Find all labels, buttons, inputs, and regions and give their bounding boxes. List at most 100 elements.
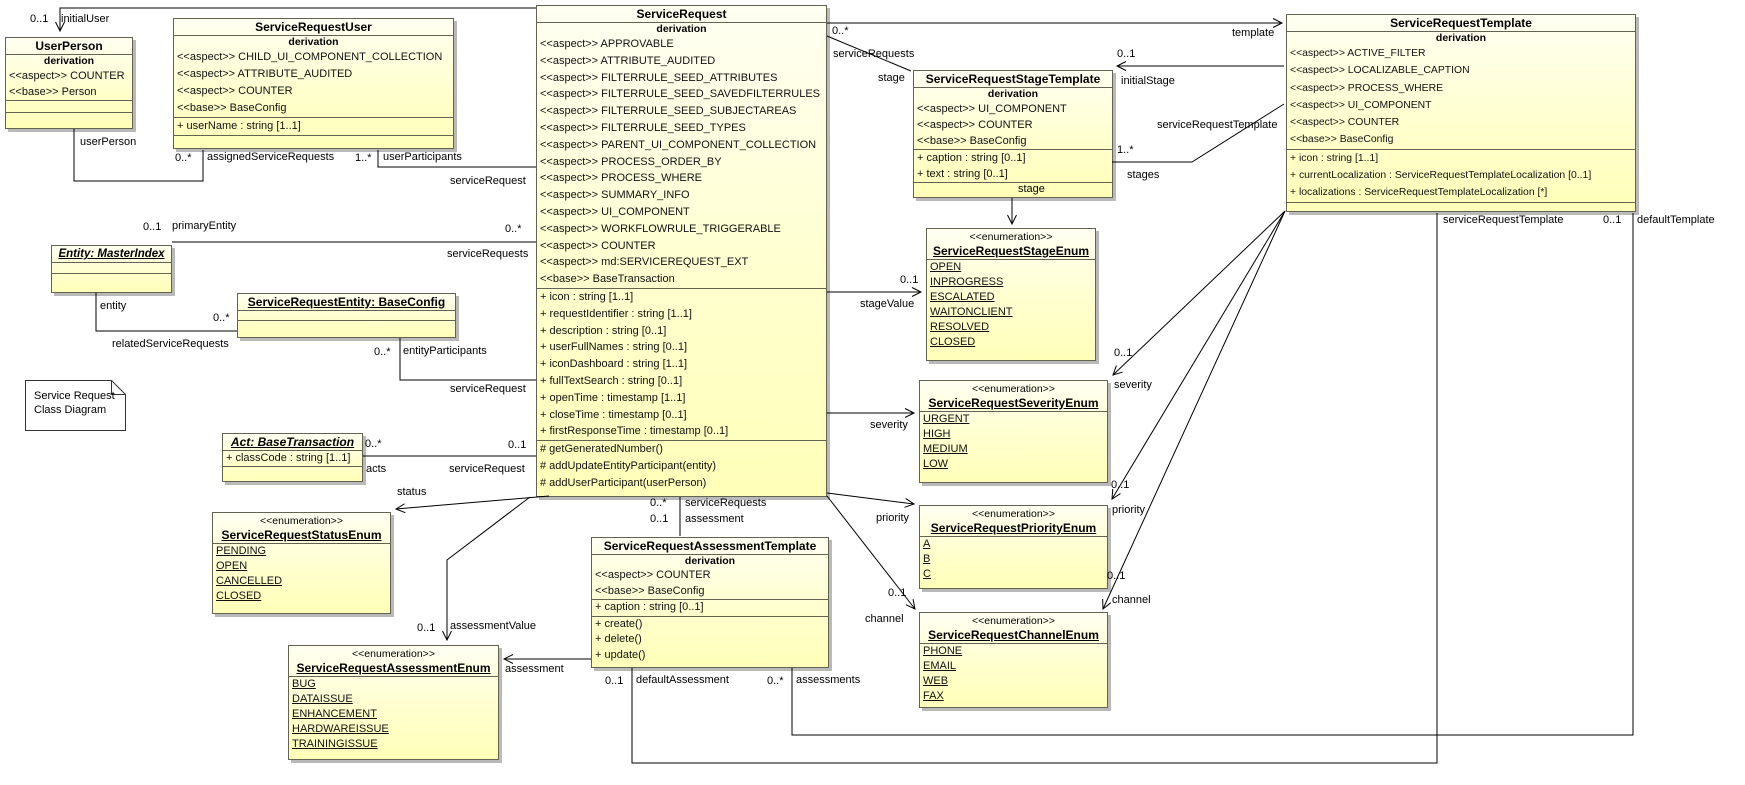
enum-title: ServiceRequestAssessmentEnum bbox=[289, 661, 498, 676]
edge-label: 0..* bbox=[650, 497, 667, 510]
class-servicerequest[interactable]: ServiceRequest derivation <<aspect>> APP… bbox=[536, 5, 827, 497]
class-title: ServiceRequestStageTemplate bbox=[914, 71, 1112, 87]
attribute-row: + iconDashboard : string [1..1] bbox=[537, 356, 826, 373]
attribute-row: + icon : string [1..1] bbox=[1287, 150, 1635, 167]
stereotype-row: <<aspect>> COUNTER bbox=[537, 238, 826, 255]
attribute-row: + userFullNames : string [0..1] bbox=[537, 339, 826, 356]
assoc-priority-sr[interactable] bbox=[827, 493, 914, 504]
enum-value: ESCALATED bbox=[927, 290, 1095, 305]
operations-compartment: # getGeneratedNumber()# addUpdateEntityP… bbox=[537, 440, 826, 496]
stereotype-row: <<aspect>> LOCALIZABLE_CAPTION bbox=[1287, 62, 1635, 79]
stereotype-row: <<aspect>> COUNTER bbox=[6, 68, 132, 84]
class-servicerequestassessmenttemplate[interactable]: ServiceRequestAssessmentTemplate derivat… bbox=[591, 537, 829, 668]
diagram-note[interactable]: Service RequestClass Diagram bbox=[25, 380, 126, 431]
edge-label: channel bbox=[1112, 594, 1151, 607]
stereotype-compartment: derivation <<aspect>> COUNTER<<base>> Pe… bbox=[6, 54, 132, 100]
assoc-stages-servicerequesttemplate[interactable] bbox=[1112, 104, 1284, 162]
edge-label: 0..1 bbox=[30, 13, 48, 26]
enum-servicerequestassessmentenum[interactable]: <<enumeration>> ServiceRequestAssessment… bbox=[288, 645, 499, 760]
enum-value: OPEN bbox=[213, 559, 390, 574]
edge-label: stage bbox=[1018, 183, 1045, 196]
enum-servicerequestseverityenum[interactable]: <<enumeration>> ServiceRequestSeverityEn… bbox=[919, 380, 1108, 483]
edge-label: 0..* bbox=[213, 312, 230, 325]
enum-value: C bbox=[920, 567, 1107, 582]
enumeration-stereotype: <<enumeration>> bbox=[920, 613, 1107, 628]
class-title: ServiceRequestAssessmentTemplate bbox=[592, 538, 828, 554]
class-entity-masterindex[interactable]: Entity: MasterIndex bbox=[51, 245, 172, 293]
operations-compartment bbox=[6, 112, 132, 128]
edge-label: 0..* bbox=[767, 675, 784, 688]
stereotype-row: <<aspect>> PROCESS_ORDER_BY bbox=[537, 154, 826, 171]
edge-label: 0..1 bbox=[1107, 570, 1125, 583]
assoc-template-channel[interactable] bbox=[1103, 211, 1285, 609]
assoc-template-severity[interactable] bbox=[1113, 211, 1285, 375]
stereotype-row: <<aspect>> COUNTER bbox=[592, 568, 828, 584]
enum-value: CLOSED bbox=[213, 589, 390, 604]
stereotype-row: <<aspect>> WORKFLOWRULE_TRIGGERABLE bbox=[537, 221, 826, 238]
class-act-basetransaction[interactable]: Act: BaseTransaction + classCode : strin… bbox=[222, 433, 363, 482]
enum-title: ServiceRequestPriorityEnum bbox=[920, 521, 1107, 536]
stereotype-row: <<base>> BaseConfig bbox=[592, 584, 828, 600]
edge-label: initialUser bbox=[61, 13, 109, 26]
stereotype-derivation: derivation bbox=[6, 55, 132, 68]
edge-label: serviceRequest bbox=[450, 175, 526, 188]
enum-servicerequestpriorityenum[interactable]: <<enumeration>> ServiceRequestPriorityEn… bbox=[919, 505, 1108, 589]
attribute-row: + requestIdentifier : string [1..1] bbox=[537, 306, 826, 323]
enumeration-stereotype: <<enumeration>> bbox=[289, 646, 498, 661]
attributes-compartment: + classCode : string [1..1] bbox=[223, 450, 362, 466]
edge-label: priority bbox=[876, 512, 909, 525]
operation-row: # addUpdateEntityParticipant(entity) bbox=[537, 458, 826, 475]
enum-value: EMAIL bbox=[920, 659, 1107, 674]
class-servicerequestentity[interactable]: ServiceRequestEntity: BaseConfig bbox=[237, 293, 456, 338]
enum-value: PHONE bbox=[920, 644, 1107, 659]
enum-servicerequestchannelenum[interactable]: <<enumeration>> ServiceRequestChannelEnu… bbox=[919, 612, 1108, 708]
class-userperson[interactable]: UserPerson derivation <<aspect>> COUNTER… bbox=[5, 37, 133, 129]
class-servicerequestuser[interactable]: ServiceRequestUser derivation <<aspect>>… bbox=[173, 18, 454, 149]
stereotype-derivation: derivation bbox=[592, 555, 828, 568]
stereotype-derivation: derivation bbox=[914, 88, 1112, 101]
enum-value: BUG bbox=[289, 677, 498, 692]
edge-label: template bbox=[1232, 27, 1274, 40]
class-servicerequesttemplate[interactable]: ServiceRequestTemplate derivation <<aspe… bbox=[1286, 14, 1636, 212]
enum-value: ENHANCEMENT bbox=[289, 707, 498, 722]
class-servicerequeststagetemplate[interactable]: ServiceRequestStageTemplate derivation <… bbox=[913, 70, 1113, 198]
edge-label: stages bbox=[1127, 169, 1159, 182]
stereotype-row: <<aspect>> UI_COMPONENT bbox=[914, 101, 1112, 117]
enum-title: ServiceRequestStatusEnum bbox=[213, 528, 390, 543]
edge-label: initialStage bbox=[1121, 75, 1175, 88]
stereotype-row: <<aspect>> ATTRIBUTE_AUDITED bbox=[174, 66, 453, 83]
edge-label: entityParticipants bbox=[403, 345, 487, 358]
enum-value: MEDIUM bbox=[920, 442, 1107, 457]
assoc-assessmentvalue[interactable] bbox=[447, 497, 530, 640]
enumeration-stereotype: <<enumeration>> bbox=[927, 229, 1095, 244]
edge-label: serviceRequest bbox=[449, 463, 525, 476]
class-title: ServiceRequest bbox=[537, 6, 826, 22]
enum-value: RESOLVED bbox=[927, 320, 1095, 335]
attributes-compartment: + icon : string [1..1]+ currentLocalizat… bbox=[1287, 149, 1635, 202]
enum-values-compartment: BUGDATAISSUEENHANCEMENTHARDWAREISSUETRAI… bbox=[289, 676, 498, 759]
stereotype-row: <<aspect>> ACTIVE_FILTER bbox=[1287, 45, 1635, 62]
edge-label: primaryEntity bbox=[172, 220, 236, 233]
assoc-template-priority[interactable] bbox=[1112, 211, 1285, 499]
enum-servicerequeststageenum[interactable]: <<enumeration>> ServiceRequestStageEnum … bbox=[926, 228, 1096, 361]
edge-label: userParticipants bbox=[383, 151, 462, 164]
edge-label: stageValue bbox=[860, 298, 914, 311]
attribute-row: + openTime : timestamp [1..1] bbox=[537, 390, 826, 407]
stereotype-row: <<base>> BaseConfig bbox=[174, 100, 453, 117]
stereotype-compartment: derivation <<aspect>> APPROVABLE<<aspect… bbox=[537, 22, 826, 288]
edge-label: assessmentValue bbox=[450, 620, 536, 633]
attribute-row: + fullTextSearch : string [0..1] bbox=[537, 373, 826, 390]
stereotype-compartment: derivation <<aspect>> COUNTER<<base>> Ba… bbox=[592, 554, 828, 599]
enum-servicerequeststatusenum[interactable]: <<enumeration>> ServiceRequestStatusEnum… bbox=[212, 512, 391, 614]
enum-value: PENDING bbox=[213, 544, 390, 559]
edge-label: serviceRequests bbox=[833, 48, 914, 61]
edge-label: defaultTemplate bbox=[1637, 214, 1715, 227]
edge-label: 0..1 bbox=[143, 221, 161, 234]
stereotype-row: <<aspect>> PROCESS_WHERE bbox=[1287, 80, 1635, 97]
attribute-row: + classCode : string [1..1] bbox=[223, 451, 362, 466]
stereotype-row: <<aspect>> COUNTER bbox=[914, 117, 1112, 133]
stereotype-row: <<aspect>> FILTERRULE_SEED_ATTRIBUTES bbox=[537, 70, 826, 87]
attributes-compartment bbox=[238, 310, 455, 320]
edge-label: 0..* bbox=[374, 346, 391, 359]
stereotype-row: <<aspect>> COUNTER bbox=[174, 83, 453, 100]
